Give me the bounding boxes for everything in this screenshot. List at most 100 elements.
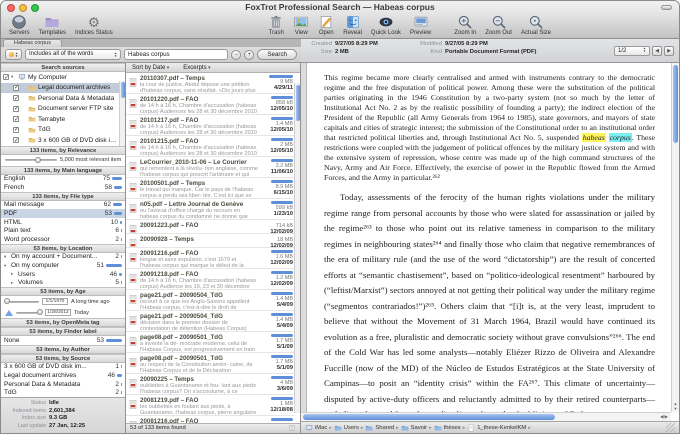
result-row[interactable]: 20090928 – Temps 18 MB 12/02/09 [126, 234, 294, 248]
facet-row[interactable]: ▸ Users 46 [1, 270, 125, 279]
scroll-arrows-icon[interactable]: ▲▼ [672, 402, 679, 411]
result-row[interactable]: 20101217.pdf – FAO de 14 h à 16 h, Chamb… [126, 115, 294, 136]
match-mode-select[interactable]: Includes all of the words ▲▼ [25, 49, 121, 60]
result-row[interactable]: 20101220.pdf – FAO de 14 h à 16 h, Chamb… [126, 94, 294, 115]
toolbar-button[interactable]: Actual Size [521, 14, 551, 37]
disclosure-triangle-icon[interactable]: ▾ [4, 263, 9, 269]
facet-row[interactable]: Legal document archives 46 [1, 371, 125, 380]
path-item[interactable]: Shared ▸ [365, 424, 398, 432]
source-checkbox[interactable] [13, 116, 19, 122]
search-input[interactable] [124, 49, 228, 60]
slider-knob[interactable] [4, 298, 10, 304]
toolbar-button[interactable]: Indices Status [75, 14, 113, 37]
facet-row[interactable]: ▾ On my account + Document... 2 [1, 253, 125, 262]
age-to-slider[interactable] [16, 312, 42, 314]
tab-habeas-corpus[interactable]: Habeas corpus [3, 39, 62, 47]
result-row[interactable]: 20100501.pdf – Temps le travail qui manq… [126, 178, 294, 199]
scroll-thumb[interactable] [303, 414, 555, 420]
next-page-button[interactable]: ▶ [664, 46, 674, 56]
result-row[interactable]: 20081216.pdf – FAO [126, 416, 294, 423]
relevance-slider[interactable] [5, 159, 57, 161]
disclosure-triangle-icon[interactable]: ▸ [11, 280, 16, 286]
scroll-thumb[interactable] [121, 82, 125, 98]
source-row[interactable]: 3 x 600 GB of DVD disk images [1, 135, 125, 146]
toolbar-toggle-button[interactable] [661, 5, 672, 10]
path-item[interactable]: thèses ▸ [434, 424, 466, 432]
toolbar-button[interactable]: Open [318, 14, 334, 37]
result-row[interactable]: 20101215.pdf – FAO de 14 h à 16 h, Chamb… [126, 136, 294, 157]
result-row[interactable]: n05.pdf – Lettre Journal de Genève ou l'… [126, 199, 294, 220]
scroll-thumb[interactable] [673, 65, 678, 143]
source-checkbox[interactable] [3, 74, 9, 80]
result-row[interactable]: 20110307.pdf – Temps la cour de justice,… [126, 73, 294, 94]
facet-row[interactable]: ▸ Volumes 5 [1, 278, 125, 287]
toolbar-button[interactable]: Servers [9, 14, 30, 37]
toolbar-button[interactable]: Reveal [343, 14, 362, 37]
source-row[interactable]: Terrabyte [1, 114, 125, 125]
result-row[interactable]: page21.pdf – 20090504_TdG recourt à ce q… [126, 290, 294, 311]
result-row[interactable]: page08.pdf – 20090501_TdG a inventé la d… [126, 332, 294, 353]
toolbar-button[interactable]: Zoom In [454, 14, 476, 37]
age-from-date[interactable]: 1/1/1970 [42, 298, 68, 305]
slider-knob[interactable] [37, 309, 43, 315]
facet-row[interactable]: Personal Data & Metadata 2 [1, 380, 125, 389]
close-button[interactable] [7, 4, 15, 12]
facet-row[interactable]: HTML 10 [1, 218, 125, 227]
facet-row[interactable]: Mail message 62 [1, 201, 125, 210]
add-term-button[interactable]: + [244, 50, 254, 60]
zoom-button[interactable] [31, 4, 39, 12]
facet-row[interactable]: Plain text 6 [1, 226, 125, 235]
facet-row[interactable]: English 75 [1, 175, 125, 184]
source-checkbox[interactable] [13, 137, 19, 143]
result-row[interactable]: 20091218.pdf – FAO de 14 h à 16 h, Chamb… [126, 269, 294, 290]
path-item[interactable]: iMac ▸ [305, 424, 332, 432]
disclosure-triangle-icon[interactable]: ▾ [4, 254, 9, 260]
toolbar-button[interactable]: Quick Look [371, 14, 401, 37]
result-row[interactable]: 20081219.pdf – FAO les oubliettes en fou… [126, 395, 294, 416]
resize-grip[interactable] [666, 423, 675, 432]
source-checkbox[interactable] [13, 127, 19, 133]
source-row[interactable]: ▾ My Computer [1, 72, 125, 83]
disclosure-triangle-icon[interactable]: ▾ [11, 74, 16, 80]
source-checkbox[interactable] [13, 85, 19, 91]
result-row[interactable]: LeCourrier_2010-11-06 – Le Courrier qui … [126, 157, 294, 178]
source-row[interactable]: Personal Data & Metadata [1, 93, 125, 104]
remove-term-button[interactable]: − [231, 50, 241, 60]
document-preview[interactable]: This regime became more clearly centrali… [308, 63, 671, 412]
facet-row[interactable]: French 58 [1, 183, 125, 192]
source-checkbox[interactable] [13, 106, 19, 112]
toolbar-button[interactable]: Zoom Out [485, 14, 512, 37]
page-select[interactable]: 1/2 ▲▼ [614, 46, 650, 56]
scroll-arrows-icon[interactable]: ◀▶ [660, 414, 669, 420]
scroll-thumb[interactable] [296, 85, 300, 121]
facet-row[interactable]: Word processor 2 [1, 235, 125, 244]
path-item[interactable]: 1_these-KenkelKM ▸ [467, 424, 531, 432]
source-row[interactable]: TdG [1, 125, 125, 136]
source-row[interactable]: Document server FTP site [1, 104, 125, 115]
results-scrollbar[interactable] [294, 83, 300, 413]
source-checkbox[interactable] [13, 95, 19, 101]
prev-page-button[interactable]: ◀ [652, 46, 662, 56]
toolbar-button[interactable]: Preview [410, 14, 431, 37]
result-row[interactable]: 20090225 – Temps oubliettes à Guantanamo… [126, 374, 294, 395]
excerpts-menu[interactable]: Excerpts [183, 63, 210, 72]
facet-row[interactable]: PDF 53 [1, 209, 125, 218]
book-icon[interactable] [288, 424, 296, 432]
result-row[interactable]: 20091223.pdf – FAO 714 kB 12/02/09 [126, 220, 294, 234]
facet-row[interactable]: TdG 2 [1, 388, 125, 397]
path-item[interactable]: Savoir ▸ [401, 424, 432, 432]
facet-row[interactable]: ▾ On my computer 51 [1, 261, 125, 270]
toolbar-button[interactable]: Templates [39, 14, 66, 37]
title-bar[interactable]: FoxTrot Professional Search — Habeas cor… [1, 1, 679, 14]
disclosure-triangle-icon[interactable]: ▸ [11, 271, 16, 277]
facet-row[interactable]: 3 x 600 GB of DVD disk im... 1 [1, 363, 125, 372]
facet-row[interactable]: None 53 [1, 336, 125, 345]
source-row[interactable]: Legal document archives [1, 83, 125, 94]
search-button[interactable]: Search [257, 49, 297, 60]
slider-knob[interactable] [35, 157, 41, 163]
result-row[interactable]: page21.pdf – 20090504_TdG décision dans … [126, 311, 294, 332]
result-row[interactable]: page08.pdf – 20090501_TdG au respect de … [126, 353, 294, 374]
toolbar-button[interactable]: View [293, 14, 309, 37]
preview-horizontal-scrollbar[interactable]: ◀▶ [301, 412, 671, 421]
result-row[interactable]: 20091216.pdf – FAO longue et sans expuls… [126, 248, 294, 269]
